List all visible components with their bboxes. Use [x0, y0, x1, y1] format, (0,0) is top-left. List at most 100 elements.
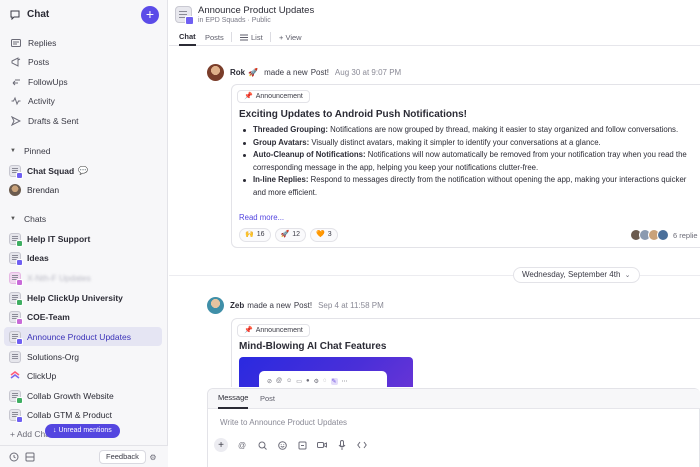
- pinned-label: Pinned: [23, 146, 51, 156]
- reaction-count: 3: [327, 231, 332, 238]
- channel-label: Announce Product Updates: [27, 331, 131, 342]
- channel-icon: [9, 164, 23, 179]
- bullet-text: Notifications are now grouped by thread,…: [327, 125, 679, 134]
- message-input[interactable]: Write to Announce Product Updates: [220, 418, 347, 427]
- post-verb: made a new: [247, 301, 291, 310]
- caret-down-icon: ▼: [10, 216, 16, 222]
- attach-file-icon[interactable]: [296, 439, 308, 451]
- followups-icon: [10, 76, 22, 88]
- code-icon[interactable]: [356, 439, 368, 451]
- date-separator[interactable]: Wednesday, September 4th ⌄: [513, 267, 640, 283]
- chat-item-collab-growth-website[interactable]: Collab Growth Website: [4, 386, 162, 405]
- raised-hands-icon: 🙌: [245, 231, 254, 238]
- author-name[interactable]: Zeb: [230, 301, 244, 310]
- replies-count: 6 replie: [673, 230, 698, 240]
- chevron-down-icon: ⌄: [624, 272, 631, 279]
- chat-bubble-icon: 💬: [78, 166, 89, 175]
- channel-icon: [9, 251, 23, 266]
- author-name[interactable]: Rok: [230, 68, 245, 77]
- send-icon: [10, 115, 22, 127]
- chat-item-blurred[interactable]: X-Nth-F Updates: [4, 268, 162, 287]
- feedback-button[interactable]: Feedback: [99, 450, 146, 464]
- pinned-item-brendan[interactable]: Brendan: [4, 180, 162, 199]
- read-more-link[interactable]: Read more...: [239, 213, 284, 222]
- tab-list[interactable]: List: [240, 28, 263, 46]
- reaction-heart[interactable]: 🧡 3: [310, 228, 338, 242]
- nav-replies[interactable]: Replies: [0, 34, 168, 52]
- replies-icon: [10, 37, 22, 49]
- layout-icon[interactable]: [24, 451, 36, 463]
- nav-activity[interactable]: Activity: [0, 92, 168, 110]
- attach-icon: ▭: [296, 378, 302, 385]
- search-icon[interactable]: [256, 439, 268, 451]
- reaction-raised-hands[interactable]: 🙌 16: [239, 228, 271, 242]
- tab-chat[interactable]: Chat: [179, 28, 196, 46]
- composer-tab-message[interactable]: Message: [218, 389, 249, 409]
- bullet-title: Auto-Cleanup of Notifications:: [253, 150, 366, 159]
- chat-item-help-clickup-university[interactable]: Help ClickUp University: [4, 288, 162, 307]
- post-card[interactable]: 📌 Announcement Mind-Blowing AI Chat Feat…: [231, 318, 700, 387]
- post-object: Post!: [310, 68, 329, 77]
- mention-icon[interactable]: @: [236, 439, 248, 451]
- chats-section-header[interactable]: ▼ Chats: [10, 214, 46, 224]
- channel-tabs: Chat Posts List + View: [169, 28, 700, 46]
- chat-item-collab-gtm-product[interactable]: Collab GTM & Product: [4, 405, 162, 424]
- post-bullets: Threaded Grouping: Notifications are now…: [239, 124, 699, 199]
- channel-icon: [9, 408, 23, 423]
- settings-gear-icon[interactable]: ⚙: [147, 451, 159, 463]
- avatar[interactable]: [207, 297, 224, 314]
- reaction-rocket[interactable]: 🚀 12: [274, 228, 307, 242]
- channel-title: Announce Product Updates: [198, 5, 315, 16]
- channel-label: Ideas: [27, 252, 49, 263]
- at-icon: @: [276, 378, 283, 384]
- post-card[interactable]: 📌 Announcement Exciting Updates to Andro…: [231, 84, 700, 248]
- emoji-icon[interactable]: [276, 439, 288, 451]
- unread-mentions-button[interactable]: ↓ Unread mentions: [45, 424, 120, 438]
- bullet-item: In-line Replies: Respond to messages dir…: [239, 174, 699, 199]
- chat-item-clickup[interactable]: ClickUp: [4, 366, 162, 385]
- chat-item-coe-team[interactable]: COE-Team: [4, 307, 162, 326]
- post-timestamp[interactable]: Aug 30 at 9:07 PM: [335, 68, 401, 77]
- bullet-text: Respond to messages directly from the no…: [253, 175, 687, 197]
- clickup-logo-icon: [9, 370, 21, 382]
- chat-item-help-it-support[interactable]: Help IT Support: [4, 229, 162, 248]
- add-attachment-button[interactable]: +: [214, 438, 228, 452]
- chat-item-solutions-org[interactable]: Solutions-Org: [4, 347, 162, 366]
- post-timestamp[interactable]: Sep 4 at 11:58 PM: [318, 301, 384, 310]
- chat-item-ideas[interactable]: Ideas: [4, 248, 162, 267]
- sidebar: Chat + Replies Posts FollowUps Activity …: [0, 0, 168, 467]
- settings-icon: ⚙: [313, 378, 319, 385]
- reaction-count: 12: [292, 231, 301, 238]
- replies-summary[interactable]: 6 replie: [630, 229, 698, 241]
- pinned-section-header[interactable]: ▼ Pinned: [10, 146, 50, 156]
- mic-icon: ●: [305, 378, 310, 384]
- composer-tab-post[interactable]: Post: [260, 389, 275, 409]
- chat-bubble-icon: [10, 10, 20, 20]
- chat-item-announce-product-updates[interactable]: Announce Product Updates: [4, 327, 162, 346]
- tab-label: List: [251, 32, 263, 42]
- tag-label: Announcement: [255, 93, 303, 100]
- bullet-item: Threaded Grouping: Notifications are now…: [239, 124, 699, 137]
- microphone-icon[interactable]: [336, 439, 348, 451]
- rocket-emoji-icon: 🚀: [248, 68, 259, 77]
- nav-followups[interactable]: FollowUps: [0, 73, 168, 91]
- history-icon[interactable]: [8, 451, 20, 463]
- channel-subtitle: in EPD Squads · Public: [198, 17, 271, 24]
- date-label: Wednesday, September 4th: [522, 270, 621, 279]
- channel-label: Collab GTM & Product: [27, 409, 113, 420]
- video-icon[interactable]: [316, 439, 328, 451]
- post-image-preview[interactable]: ⊘ @ ☺ ▭ ● ⚙ ◌ ✎ ⋯: [239, 357, 413, 387]
- channel-label: COE-Team: [27, 311, 70, 322]
- avatar[interactable]: [207, 64, 224, 81]
- tab-posts[interactable]: Posts: [205, 28, 224, 46]
- orange-heart-icon: 🧡: [316, 231, 325, 238]
- bullet-text: Visually distinct avatars, making it sim…: [309, 137, 601, 147]
- refresh-icon: ◌: [322, 378, 327, 384]
- channel-header: Announce Product Updates in EPD Squads ·…: [169, 0, 700, 46]
- nav-drafts-sent[interactable]: Drafts & Sent: [0, 112, 168, 130]
- new-chat-button[interactable]: +: [141, 6, 159, 24]
- pinned-item-chat-squad[interactable]: Chat Squad 💬: [4, 161, 162, 180]
- nav-posts[interactable]: Posts: [0, 53, 168, 71]
- avatar: [657, 229, 669, 241]
- add-view-button[interactable]: + View: [279, 28, 302, 46]
